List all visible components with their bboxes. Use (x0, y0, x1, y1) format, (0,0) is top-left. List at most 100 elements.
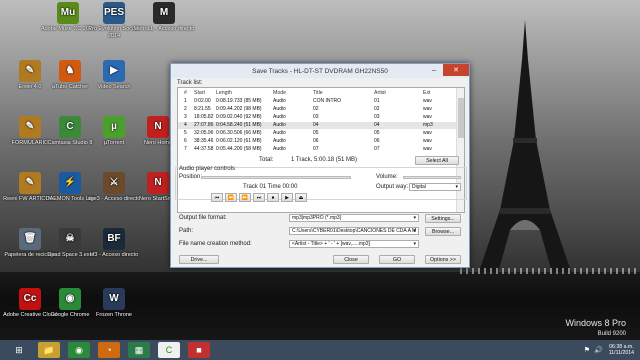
track-cell: 4 (184, 122, 187, 128)
flag-icon[interactable]: ⚑ (584, 346, 590, 354)
track-list-header: # Start Length Mode Title Artist Ext (178, 90, 458, 97)
path-select[interactable]: C:\Users\CYBER01\Desktop\CANCIONES DE CD… (289, 227, 419, 235)
start-icon[interactable]: ⊞ (8, 342, 30, 358)
track-cell: 5 (184, 130, 187, 136)
clock[interactable]: 06:38 a.m. 11/11/2014 (609, 344, 634, 357)
track-cell: Audio (273, 146, 286, 152)
track-cell: 05 (313, 130, 319, 136)
desktop-icon[interactable]: BF bf3 - Acceso directo (82, 228, 146, 259)
app-icon: ⚔ (103, 172, 125, 194)
go-button[interactable]: GO (379, 255, 415, 264)
explorer-icon[interactable]: 📁 (38, 342, 60, 358)
firefox-icon[interactable]: ◔ (98, 342, 120, 358)
track-cell: 0:06.30.506 (66 MB) (216, 130, 262, 136)
app-icon: W (103, 288, 125, 310)
output-format-select[interactable]: mp3|mp3PRO (*.mp3) (289, 214, 419, 222)
track-cell: 01 (374, 98, 380, 104)
close-button[interactable]: Close (333, 255, 369, 264)
player-button-icon[interactable]: ⏹ (267, 193, 279, 202)
app-icon: PES (103, 2, 125, 24)
track-row[interactable]: 1 0:02.00 0:08.19.733 (85 MB) Audio CON INTR… (178, 98, 458, 105)
close-icon[interactable]: ✕ (443, 64, 469, 76)
track-cell: mp3 (423, 122, 433, 128)
eiffel-tower-wallpaper (476, 20, 574, 280)
volume-icon[interactable]: 🔊 (594, 346, 603, 354)
volume-label: Volume: (376, 174, 398, 180)
scrollbar-thumb[interactable] (458, 98, 464, 138)
track-cell: 03 (374, 114, 380, 120)
track-cell: 07 (374, 146, 380, 152)
desktop-icon[interactable]: W Frozen Throne (82, 288, 146, 319)
column-header[interactable]: # (184, 90, 187, 97)
app-icon: ◉ (59, 288, 81, 310)
track-row[interactable]: 4 27:07.86 0:04.58.240 (51 MB) Audio 04 04 mp3 (178, 122, 458, 129)
column-header[interactable]: Length (216, 90, 232, 97)
desktop-icon[interactable]: M MetroLL - Acceso directo (132, 2, 196, 33)
track-cell: Audio (273, 114, 286, 120)
track-list-label: Track list: (177, 80, 203, 86)
track-cell: 7 (184, 146, 187, 152)
naming-method-select[interactable]: <Artist - Title> + ' - ' + [wav,.....mp3… (289, 240, 419, 248)
naming-method-label: File name creation method: (179, 241, 252, 247)
store-icon[interactable]: ▦ (128, 342, 150, 358)
track-cell: 0:08.19.733 (85 MB) (216, 98, 262, 104)
position-slider[interactable] (201, 176, 351, 179)
track-row[interactable]: 5 32:05.96 0:06.30.506 (66 MB) Audio 05 05 wav (178, 130, 458, 137)
track-cell: 0:04.58.240 (51 MB) (216, 122, 262, 128)
track-cell: 0:09.02.040 (92 MB) (216, 114, 262, 120)
player-button-icon[interactable]: ⏏ (295, 193, 307, 202)
app-icon: Mu (57, 2, 79, 24)
track-cell: 04 (374, 122, 380, 128)
track-row[interactable]: 6 38:35.46 0:06.02.120 (61 MB) Audio 06 06 wav (178, 138, 458, 145)
desktop-icon[interactable]: ▶ Video Search (82, 60, 146, 91)
player-button-icon[interactable]: ⏮ (211, 193, 223, 202)
minimize-icon[interactable]: – (425, 64, 443, 76)
dialog-titlebar: Save Tracks - HL-DT-ST DVDRAM GH22NS50 –… (171, 64, 469, 78)
output-format-label: Output file format: (179, 215, 227, 221)
track-cell: 05 (374, 130, 380, 136)
track-cell: 1 (184, 98, 187, 104)
column-header[interactable]: Start (194, 90, 205, 97)
track-cell: 3 (184, 114, 187, 120)
track-cell: wav (423, 114, 432, 120)
track-cell: 06 (313, 138, 319, 144)
output-way-label: Output way: (376, 184, 409, 190)
track-cell: Audio (273, 106, 286, 112)
app-icon: ☠ (59, 228, 81, 250)
track-row[interactable]: 2 8:21.55 0:09.44.202 (98 MB) Audio 02 02 wav (178, 106, 458, 113)
options-button[interactable]: Options >> (425, 255, 461, 264)
track-cell: 2 (184, 106, 187, 112)
column-header[interactable]: Artist (374, 90, 386, 97)
app-icon: ♞ (59, 60, 81, 82)
media-icon[interactable]: ■ (188, 342, 210, 358)
player-button-icon[interactable]: ⏭ (253, 193, 265, 202)
clock-date: 11/11/2014 (608, 350, 634, 356)
track-row[interactable]: 7 44:37.58 0:05.44.200 (58 MB) Audio 07 07 wav (178, 146, 458, 153)
total-value: 1 Track, 5:00.18 (51 MB) (291, 157, 358, 163)
browse-button[interactable]: Browse... (425, 227, 461, 236)
track-cell: Audio (273, 130, 286, 136)
track-cell: wav (423, 98, 432, 104)
track-cell: 0:05.44.200 (58 MB) (216, 146, 262, 152)
drive-button[interactable]: Drive... (179, 255, 219, 264)
track-cell: 44:37.58 (194, 146, 214, 152)
player-button-icon[interactable]: ⏪ (225, 193, 237, 202)
track-cell: 06 (374, 138, 380, 144)
player-button-icon[interactable]: ⏩ (239, 193, 251, 202)
column-header[interactable]: Title (313, 90, 323, 97)
select-all-button[interactable]: Select All (415, 156, 459, 165)
track-row[interactable]: 3 18:05.82 0:09.02.040 (92 MB) Audio 03 03 wav (178, 114, 458, 121)
chrome-icon[interactable]: ◉ (68, 342, 90, 358)
output-way-select[interactable]: Digital (409, 183, 461, 191)
windows-edition-watermark: Windows 8 Pro (565, 318, 626, 328)
track-cell: wav (423, 106, 432, 112)
app-icon: ▶ (103, 60, 125, 82)
track-cell: 8:21.55 (194, 106, 211, 112)
volume-slider[interactable] (403, 176, 461, 179)
column-header[interactable]: Ext (423, 90, 431, 97)
app-icon: µ (103, 116, 125, 138)
player-button-icon[interactable]: ▶ (281, 193, 293, 202)
column-header[interactable]: Mode (273, 90, 286, 97)
settings-button[interactable]: Settings... (425, 214, 461, 223)
cdex-icon[interactable]: C (158, 342, 180, 358)
